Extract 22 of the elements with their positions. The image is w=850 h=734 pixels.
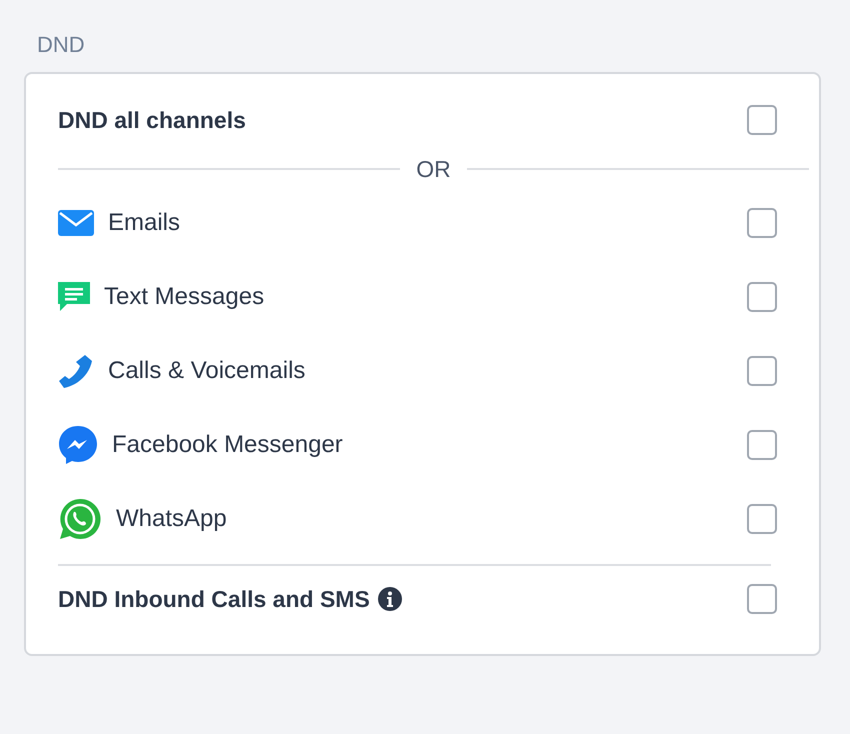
checkbox[interactable] — [747, 430, 777, 460]
checkbox[interactable] — [747, 105, 777, 135]
envelope-icon — [58, 210, 94, 236]
channel-label: Text Messages — [104, 283, 264, 311]
whatsapp-icon — [58, 497, 102, 541]
row-label: DND all channels — [58, 106, 246, 134]
channel-label: WhatsApp — [116, 505, 227, 533]
separator-text: OR — [416, 156, 451, 182]
channel-label: Facebook Messenger — [112, 431, 343, 459]
chat-icon — [58, 282, 90, 312]
checkbox[interactable] — [747, 356, 777, 386]
checkbox[interactable] — [747, 584, 777, 614]
checkbox[interactable] — [747, 504, 777, 534]
phone-icon — [58, 353, 94, 389]
info-icon[interactable] — [378, 587, 402, 611]
checkbox[interactable] — [747, 208, 777, 238]
channel-label: Emails — [108, 209, 180, 237]
section-title: DND — [36, 32, 86, 58]
checkbox[interactable] — [747, 282, 777, 312]
row-label: DND Inbound Calls and SMS — [58, 586, 370, 612]
channel-label: Calls & Voicemails — [108, 357, 306, 385]
messenger-icon — [58, 425, 98, 465]
